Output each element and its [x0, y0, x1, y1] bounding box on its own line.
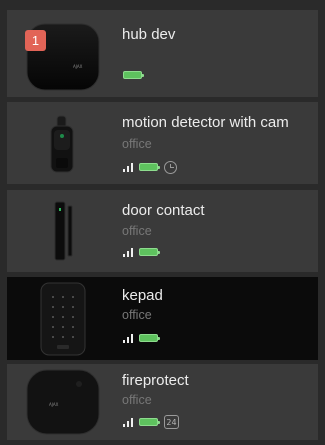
clock-icon [164, 160, 177, 174]
24-hour-badge: 24 [164, 415, 179, 429]
battery-icon [123, 71, 144, 79]
signal-icon [123, 162, 133, 172]
status-icons [123, 330, 160, 346]
device-row-hub-dev[interactable]: AJAX hub dev [7, 10, 318, 97]
status-icons [123, 159, 177, 175]
door-contact-icon [21, 190, 105, 272]
device-row-motion-detector[interactable]: motion detector with cam office [7, 102, 318, 184]
svg-text:AJAX: AJAX [73, 64, 83, 69]
notification-badge: 1 [25, 30, 46, 51]
status-icons [123, 67, 144, 83]
hub-icon: AJAX [21, 10, 105, 97]
device-list: AJAX hub dev 1 motion detector with cam … [0, 0, 325, 445]
battery-icon [139, 248, 160, 256]
battery-icon [139, 334, 160, 342]
device-name: fireprotect [122, 372, 189, 389]
device-name: motion detector with cam [122, 114, 289, 131]
device-row-door-contact[interactable]: door contact office [7, 190, 318, 272]
device-room: office [122, 393, 152, 407]
battery-icon [139, 163, 160, 171]
device-name: hub dev [122, 26, 176, 43]
device-name: door contact [122, 202, 205, 219]
motion-detector-cam-icon [21, 102, 105, 184]
signal-icon [123, 417, 133, 427]
device-room: office [122, 224, 152, 238]
status-icons: 24 [123, 414, 179, 430]
status-icons [123, 244, 160, 260]
device-row-kepad[interactable]: kepad office [7, 277, 318, 360]
fire-detector-icon: AJAX [21, 364, 105, 440]
device-room: office [122, 308, 152, 322]
signal-icon [123, 247, 133, 257]
signal-icon [123, 333, 133, 343]
svg-text:AJAX: AJAX [49, 402, 59, 407]
device-name: kepad [122, 287, 163, 304]
device-room: office [122, 137, 152, 151]
device-row-fireprotect[interactable]: AJAX fireprotect office 24 [7, 364, 318, 440]
keypad-icon [21, 277, 105, 360]
battery-icon [139, 418, 160, 426]
